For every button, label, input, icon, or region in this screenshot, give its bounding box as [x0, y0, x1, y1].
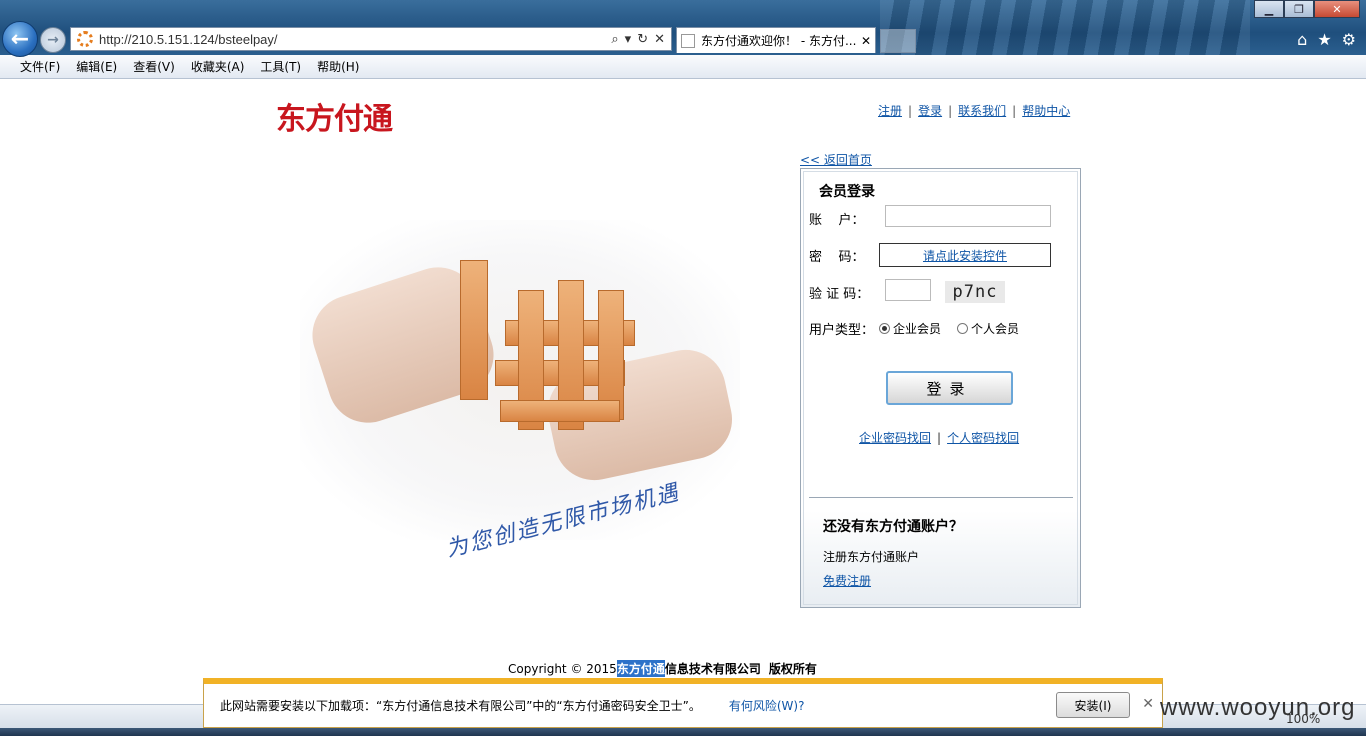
menu-help[interactable]: 帮助(H)	[317, 58, 359, 75]
password-row: 密 码：	[809, 246, 879, 265]
browser-tab-new[interactable]	[880, 29, 916, 53]
menu-view[interactable]: 查看(V)	[133, 58, 175, 75]
account-label: 账 户：	[809, 213, 865, 228]
user-type-row: 用户类型： 企业会员 个人会员	[809, 319, 1035, 338]
login-button[interactable]: 登录	[886, 371, 1013, 405]
link-register[interactable]: 注册	[878, 102, 902, 119]
notification-message: 此网站需要安装以下加载项：“东方付通信息技术有限公司”中的“东方付通密码安全卫士…	[220, 699, 701, 713]
address-bar[interactable]: http://210.5.151.124/bsteelpay/ ⌕ ▾ ↻ ✕	[70, 27, 672, 51]
copyright-prefix: Copyright © 2015	[508, 661, 617, 676]
browser-tab-active[interactable]: 东方付通欢迎你！ - 东方付... ✕	[676, 27, 876, 53]
addon-notification-bar: 此网站需要安装以下加载项：“东方付通信息技术有限公司”中的“东方付通密码安全卫士…	[203, 678, 1163, 728]
separator: |	[948, 103, 953, 118]
enterprise-recover-link[interactable]: 企业密码找回	[859, 429, 931, 446]
link-contact[interactable]: 联系我们	[958, 102, 1006, 119]
home-icon[interactable]: ⌂	[1297, 30, 1307, 49]
back-button[interactable]: ←	[2, 21, 38, 57]
watermark: www.wooyun.org	[1160, 694, 1356, 721]
menu-bar: 文件(F) 编辑(E) 查看(V) 收藏夹(A) 工具(T) 帮助(H)	[0, 55, 1366, 79]
top-links: 注册 | 登录 | 联系我们 | 帮助中心	[878, 102, 1070, 119]
separator: |	[937, 430, 942, 445]
company-highlight: 东方付通	[616, 660, 665, 677]
maximize-icon[interactable]: ❐	[1284, 0, 1314, 18]
menu-edit[interactable]: 编辑(E)	[76, 58, 117, 75]
copyright: Copyright © 2015 东方付通 信息技术有限公司 版权所有	[508, 660, 817, 677]
user-type-enterprise[interactable]: 企业会员	[879, 320, 941, 337]
site-logo[interactable]: 东方付通	[276, 94, 393, 138]
personal-label: 个人会员	[971, 322, 1020, 336]
register-text: 注册东方付通账户	[823, 550, 920, 564]
user-type-label: 用户类型：	[809, 323, 875, 338]
page-icon	[681, 33, 695, 48]
menu-favorites[interactable]: 收藏夹(A)	[191, 58, 245, 75]
personal-recover-link[interactable]: 个人密码找回	[947, 429, 1019, 446]
taskbar	[0, 728, 1366, 736]
settings-gear-icon[interactable]: ⚙	[1342, 30, 1356, 49]
login-panel: 会员登录 账 户： 密 码： 请点此安装控件 验 证 码： p7nc 用户类型：…	[800, 168, 1081, 608]
url-text[interactable]: http://210.5.151.124/bsteelpay/	[99, 32, 611, 47]
close-notification-icon[interactable]: ✕	[1142, 696, 1154, 712]
captcha-image[interactable]: p7nc	[945, 281, 1005, 303]
puzzle-block	[500, 400, 620, 422]
radio-selected-icon[interactable]	[879, 323, 890, 334]
favorites-star-icon[interactable]: ★	[1317, 30, 1331, 49]
account-row: 账 户：	[809, 209, 879, 228]
rights-text: 版权所有	[768, 662, 817, 676]
enterprise-label: 企业会员	[893, 322, 942, 336]
password-recovery: 企业密码找回 | 个人密码找回	[859, 429, 1019, 446]
dropdown-icon[interactable]: ▾	[625, 32, 632, 47]
browser-tools: ⌂ ★ ⚙	[1297, 30, 1356, 49]
install-button[interactable]: 安装(I)	[1056, 692, 1130, 718]
no-account-title: 还没有东方付通账户？	[823, 519, 963, 535]
captcha-label: 验 证 码：	[809, 287, 870, 302]
company-rest: 信息技术有限公司	[664, 662, 761, 676]
loading-icon	[77, 31, 93, 47]
risk-link[interactable]: 有何风险(W)?	[729, 697, 805, 714]
search-icon[interactable]: ⌕	[611, 32, 618, 47]
title-bar-decoration	[880, 0, 1250, 55]
radio-unselected-icon[interactable]	[957, 323, 969, 334]
forward-button[interactable]: →	[40, 27, 66, 53]
address-tools: ⌕ ▾ ↻ ✕	[611, 32, 665, 47]
arrow-right-icon: →	[47, 32, 59, 48]
minimize-icon[interactable]: ▁	[1254, 0, 1284, 18]
refresh-icon[interactable]: ↻	[637, 32, 648, 47]
back-home-link[interactable]: << 返回首页	[800, 151, 872, 168]
captcha-input[interactable]	[885, 279, 931, 301]
menu-tools[interactable]: 工具(T)	[260, 58, 301, 75]
stop-icon[interactable]: ✕	[654, 32, 665, 47]
link-login[interactable]: 登录	[918, 102, 942, 119]
captcha-row: 验 证 码：	[809, 283, 879, 302]
window-controls: ▁ ❐ ✕	[1254, 0, 1360, 18]
tab-title: 东方付通欢迎你！ - 东方付...	[701, 34, 857, 48]
puzzle-block	[460, 260, 488, 400]
arrow-left-icon: ←	[10, 26, 30, 52]
free-register-link[interactable]: 免费注册	[823, 572, 871, 589]
close-window-icon[interactable]: ✕	[1314, 0, 1360, 18]
link-help[interactable]: 帮助中心	[1022, 102, 1070, 119]
account-input[interactable]	[885, 205, 1051, 227]
login-title: 会员登录	[819, 184, 875, 200]
install-control-link[interactable]: 请点此安装控件	[879, 243, 1051, 267]
user-type-personal[interactable]: 个人会员	[957, 320, 1019, 337]
divider	[809, 497, 1073, 498]
close-tab-icon[interactable]: ✕	[861, 34, 871, 48]
menu-file[interactable]: 文件(F)	[20, 58, 60, 75]
separator: |	[1012, 103, 1017, 118]
separator: |	[908, 103, 913, 118]
page-content: 东方付通 注册 | 登录 | 联系我们 | 帮助中心 为您创造无限市场机遇 <<…	[0, 80, 1366, 704]
password-label: 密 码：	[809, 250, 865, 265]
